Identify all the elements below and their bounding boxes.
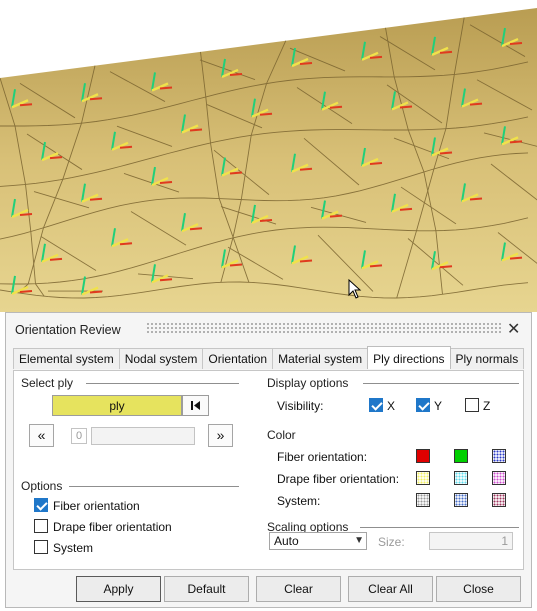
default-button[interactable]: Default — [164, 576, 249, 602]
tab-material-system[interactable]: Material system — [272, 348, 369, 369]
fiber-orientation-label: Fiber orientation — [53, 499, 140, 513]
drape-y-color-swatch[interactable] — [454, 471, 468, 485]
select-ply-group-label: Select ply — [21, 376, 74, 390]
ply-select-button[interactable]: ply — [52, 395, 182, 416]
group-divider — [69, 486, 239, 487]
drape-z-color-swatch[interactable] — [492, 471, 506, 485]
group-divider — [360, 527, 519, 528]
close-button[interactable]: Close — [436, 576, 521, 602]
color-group-label: Color — [267, 428, 296, 442]
size-label: Size: — [378, 535, 405, 549]
system-label: System — [53, 541, 94, 555]
system-z-color-swatch[interactable] — [492, 493, 506, 507]
tab-ply-normals[interactable]: Ply normals — [449, 348, 525, 369]
system-x-color-swatch[interactable] — [416, 493, 430, 507]
apply-button[interactable]: Apply — [76, 576, 161, 602]
visibility-y-label: Y — [434, 399, 443, 413]
drape-fiber-orientation-checkbox[interactable] — [34, 519, 48, 533]
group-divider — [86, 383, 239, 384]
visibility-z-label: Z — [483, 399, 491, 413]
tab-ply-directions[interactable]: Ply directions — [367, 346, 451, 369]
system-checkbox[interactable] — [34, 540, 48, 554]
scaling-mode-value: Auto — [274, 534, 299, 548]
ply-name-field[interactable] — [91, 427, 195, 445]
chevron-down-icon: ▼ — [354, 535, 364, 546]
clear-button[interactable]: Clear — [256, 576, 341, 602]
title-drag-grip[interactable] — [146, 322, 501, 334]
fiber-x-color-swatch[interactable] — [416, 449, 430, 463]
next-ply-button[interactable]: » — [208, 424, 233, 447]
group-divider — [363, 383, 519, 384]
orientation-review-dialog: Orientation Review ✕ Elemental system No… — [5, 312, 532, 608]
color-drape-fiber-orientation-label: Drape fiber orientation: — [277, 472, 400, 486]
size-input[interactable]: 1 — [429, 532, 513, 550]
scaling-mode-select[interactable]: Auto ▼ — [269, 532, 367, 550]
drape-fiber-orientation-label: Drape fiber orientation — [53, 520, 172, 534]
tab-elemental-system[interactable]: Elemental system — [13, 348, 120, 369]
tab-orientation[interactable]: Orientation — [202, 348, 274, 369]
visibility-x-checkbox[interactable] — [369, 398, 383, 412]
options-group-label: Options — [21, 479, 63, 493]
skip-to-start-icon — [191, 401, 200, 410]
fiber-z-color-swatch[interactable] — [492, 449, 506, 463]
ply-index-field: 0 — [71, 428, 87, 444]
fiber-orientation-checkbox[interactable] — [34, 498, 48, 512]
tab-nodal-system[interactable]: Nodal system — [118, 348, 204, 369]
dialog-title: Orientation Review — [15, 323, 121, 337]
clear-all-button[interactable]: Clear All — [348, 576, 433, 602]
drape-x-color-swatch[interactable] — [416, 471, 430, 485]
visibility-z-checkbox[interactable] — [465, 398, 479, 412]
first-ply-button[interactable] — [182, 395, 209, 416]
model-viewport[interactable] — [0, 0, 537, 312]
previous-ply-button[interactable]: « — [29, 424, 54, 447]
system-y-color-swatch[interactable] — [454, 493, 468, 507]
fiber-y-color-swatch[interactable] — [454, 449, 468, 463]
tab-bar: Elemental system Nodal system Orientatio… — [13, 346, 525, 370]
close-icon[interactable]: ✕ — [507, 319, 520, 339]
visibility-y-checkbox[interactable] — [416, 398, 430, 412]
color-system-label: System: — [277, 494, 321, 508]
visibility-x-label: X — [387, 399, 396, 413]
visibility-label: Visibility: — [277, 399, 324, 413]
color-fiber-orientation-label: Fiber orientation: — [277, 450, 368, 464]
display-options-group-label: Display options — [267, 376, 349, 390]
